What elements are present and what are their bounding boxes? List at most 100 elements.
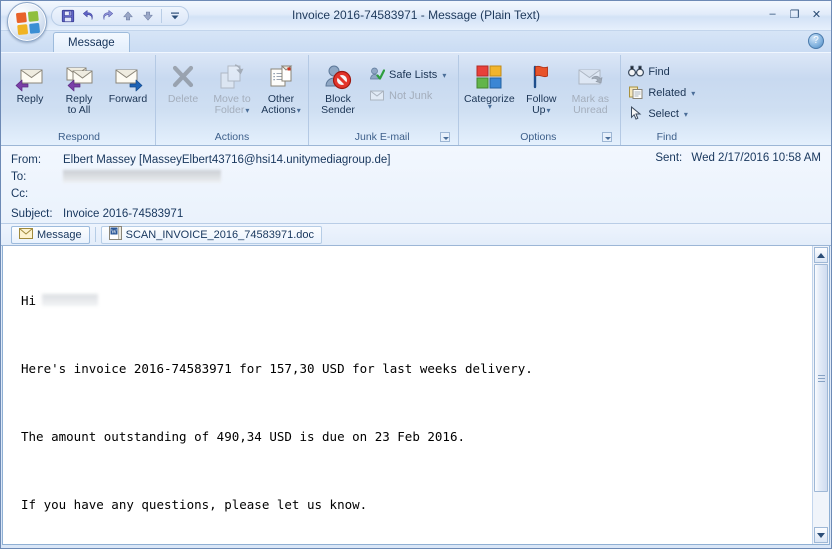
forward-button[interactable]: Forward xyxy=(104,58,152,107)
follow-up-button[interactable]: Follow Up▾ xyxy=(517,58,565,118)
group-label-find: Find xyxy=(656,131,678,143)
other-actions-label-line2: Actions xyxy=(261,104,296,116)
reply-label: Reply xyxy=(16,93,44,105)
mark-as-unread-icon xyxy=(575,61,605,93)
maximize-button[interactable]: ❐ xyxy=(784,5,805,23)
forward-label: Forward xyxy=(108,93,148,105)
scroll-up-icon xyxy=(817,252,825,258)
body-paragraph-2: The amount outstanding of 490,34 USD is … xyxy=(21,429,466,444)
block-sender-button[interactable]: Block Sender xyxy=(312,58,364,118)
group-label-junk-email: Junk E-mail xyxy=(312,130,452,145)
ribbon-group-actions: Delete Move to Folder▾ Other Actions▾ Ac… xyxy=(155,55,308,145)
not-junk-label: Not Junk xyxy=(389,90,433,102)
ribbon-group-find: Find Related ▾ Select ▾ Find xyxy=(620,55,712,145)
find-label: Find xyxy=(648,66,670,78)
scroll-thumb-grip xyxy=(817,373,825,384)
subject-value: Invoice 2016-74583971 xyxy=(63,207,184,220)
reply-all-label-line2: to All xyxy=(67,104,91,116)
previous-item-icon[interactable] xyxy=(118,8,138,25)
sent-label: Sent: xyxy=(655,152,683,164)
message-header-fields: Sent: Wed 2/17/2016 10:58 AM From: Elber… xyxy=(1,146,831,224)
attachment-bar: Message W SCAN_INVOICE_2016_74583971.doc xyxy=(1,224,831,246)
to-row: To: xyxy=(1,168,831,185)
message-body-pane: Hi Here's invoice 2016-74583971 for 157,… xyxy=(2,246,830,545)
related-button[interactable]: Related ▾ xyxy=(624,83,701,103)
block-sender-label-line2: Sender xyxy=(321,104,355,116)
group-label-respond: Respond xyxy=(57,131,101,143)
find-button[interactable]: Find xyxy=(624,62,701,82)
minimize-button[interactable]: – xyxy=(762,5,783,23)
envelope-icon xyxy=(19,227,33,242)
chevron-down-icon: ▾ xyxy=(683,109,688,119)
outlook-message-window: Invoice 2016-74583971 - Message (Plain T… xyxy=(0,0,832,549)
sent-field: Sent: Wed 2/17/2016 10:58 AM xyxy=(655,152,821,164)
mark-as-unread-label-line2: Unread xyxy=(573,104,608,116)
categorize-icon xyxy=(475,61,503,93)
customize-qat-icon[interactable] xyxy=(165,8,185,25)
redo-icon[interactable] xyxy=(98,8,118,25)
mark-as-unread-button[interactable]: Mark as Unread xyxy=(566,58,614,118)
office-logo-icon xyxy=(15,10,41,36)
not-junk-icon xyxy=(369,87,385,106)
reply-button[interactable]: Reply xyxy=(6,58,54,107)
safe-lists-button[interactable]: Safe Lists ▾ xyxy=(365,65,452,85)
qat-separator xyxy=(161,9,162,23)
cc-row: Cc: xyxy=(1,185,831,202)
move-to-folder-button[interactable]: Move to Folder▾ xyxy=(208,58,256,118)
from-label: From: xyxy=(11,153,42,166)
greeting-text: Hi xyxy=(21,293,37,308)
save-icon[interactable] xyxy=(58,8,78,25)
ribbon-group-junk-email: Block Sender Safe Lists ▾ Not Junk Junk … xyxy=(308,55,458,145)
delete-button[interactable]: Delete xyxy=(159,58,207,107)
junk-email-dialog-launcher[interactable] xyxy=(440,132,451,142)
scroll-thumb[interactable] xyxy=(814,264,828,492)
follow-up-label-line2: Up xyxy=(532,104,546,116)
body-vertical-scrollbar[interactable] xyxy=(812,246,829,544)
scroll-up-button[interactable] xyxy=(814,247,828,263)
office-button[interactable] xyxy=(7,2,47,42)
attachment-separator xyxy=(94,227,96,242)
delete-label: Delete xyxy=(167,93,199,105)
body-greeting: Hi xyxy=(21,292,804,309)
reply-icon xyxy=(14,61,46,93)
subject-row: Subject: Invoice 2016-74583971 xyxy=(1,205,831,222)
other-actions-button[interactable]: Other Actions▾ xyxy=(257,58,305,118)
attachment-filename: SCAN_INVOICE_2016_74583971.doc xyxy=(125,228,314,241)
categorize-button[interactable]: Categorize ▾ xyxy=(462,58,516,112)
close-button[interactable]: ✕ xyxy=(806,5,827,23)
not-junk-button[interactable]: Not Junk xyxy=(365,86,452,106)
attachment-chip[interactable]: W SCAN_INVOICE_2016_74583971.doc xyxy=(100,225,322,244)
scroll-down-button[interactable] xyxy=(814,527,828,543)
select-label: Select xyxy=(648,108,679,120)
reply-all-icon xyxy=(63,61,95,93)
reply-all-button[interactable]: Reply to All xyxy=(55,58,103,118)
select-button[interactable]: Select ▾ xyxy=(624,104,701,124)
next-item-icon[interactable] xyxy=(138,8,158,25)
related-label: Related xyxy=(648,87,687,99)
tab-message[interactable]: Message xyxy=(53,32,130,52)
ribbon-group-options: Categorize ▾ Follow Up▾ Mark as Unread O… xyxy=(458,55,620,145)
cc-label: Cc: xyxy=(11,187,29,200)
undo-icon[interactable] xyxy=(78,8,98,25)
message-body-text[interactable]: Hi Here's invoice 2016-74583971 for 157,… xyxy=(3,246,812,544)
help-icon[interactable]: ? xyxy=(808,33,824,49)
other-actions-icon xyxy=(266,61,296,93)
chevron-down-icon: ▾ xyxy=(245,106,250,115)
scroll-track[interactable] xyxy=(814,264,828,526)
chevron-down-icon: ▾ xyxy=(691,88,696,98)
junk-email-label-text: Junk E-mail xyxy=(354,131,410,143)
from-value[interactable]: Elbert Massey [MasseyElbert43716@hsi14.u… xyxy=(63,154,390,166)
message-tab-label: Message xyxy=(37,228,82,241)
body-paragraph-3: If you have any questions, please let us… xyxy=(21,497,368,512)
window-controls: – ❐ ✕ xyxy=(762,5,827,23)
group-label-options: Options xyxy=(462,130,614,145)
move-to-folder-label-line2: Folder xyxy=(214,104,245,116)
safe-lists-label: Safe Lists xyxy=(389,69,438,81)
delete-icon xyxy=(168,61,198,93)
title-bar: Invoice 2016-74583971 - Message (Plain T… xyxy=(1,1,831,42)
to-value-redacted xyxy=(63,170,221,183)
options-dialog-launcher[interactable] xyxy=(602,132,613,142)
ribbon-tab-strip: Message ? xyxy=(1,31,831,52)
message-tab-chip[interactable]: Message xyxy=(11,225,90,244)
chevron-down-icon: ▾ xyxy=(546,106,551,115)
